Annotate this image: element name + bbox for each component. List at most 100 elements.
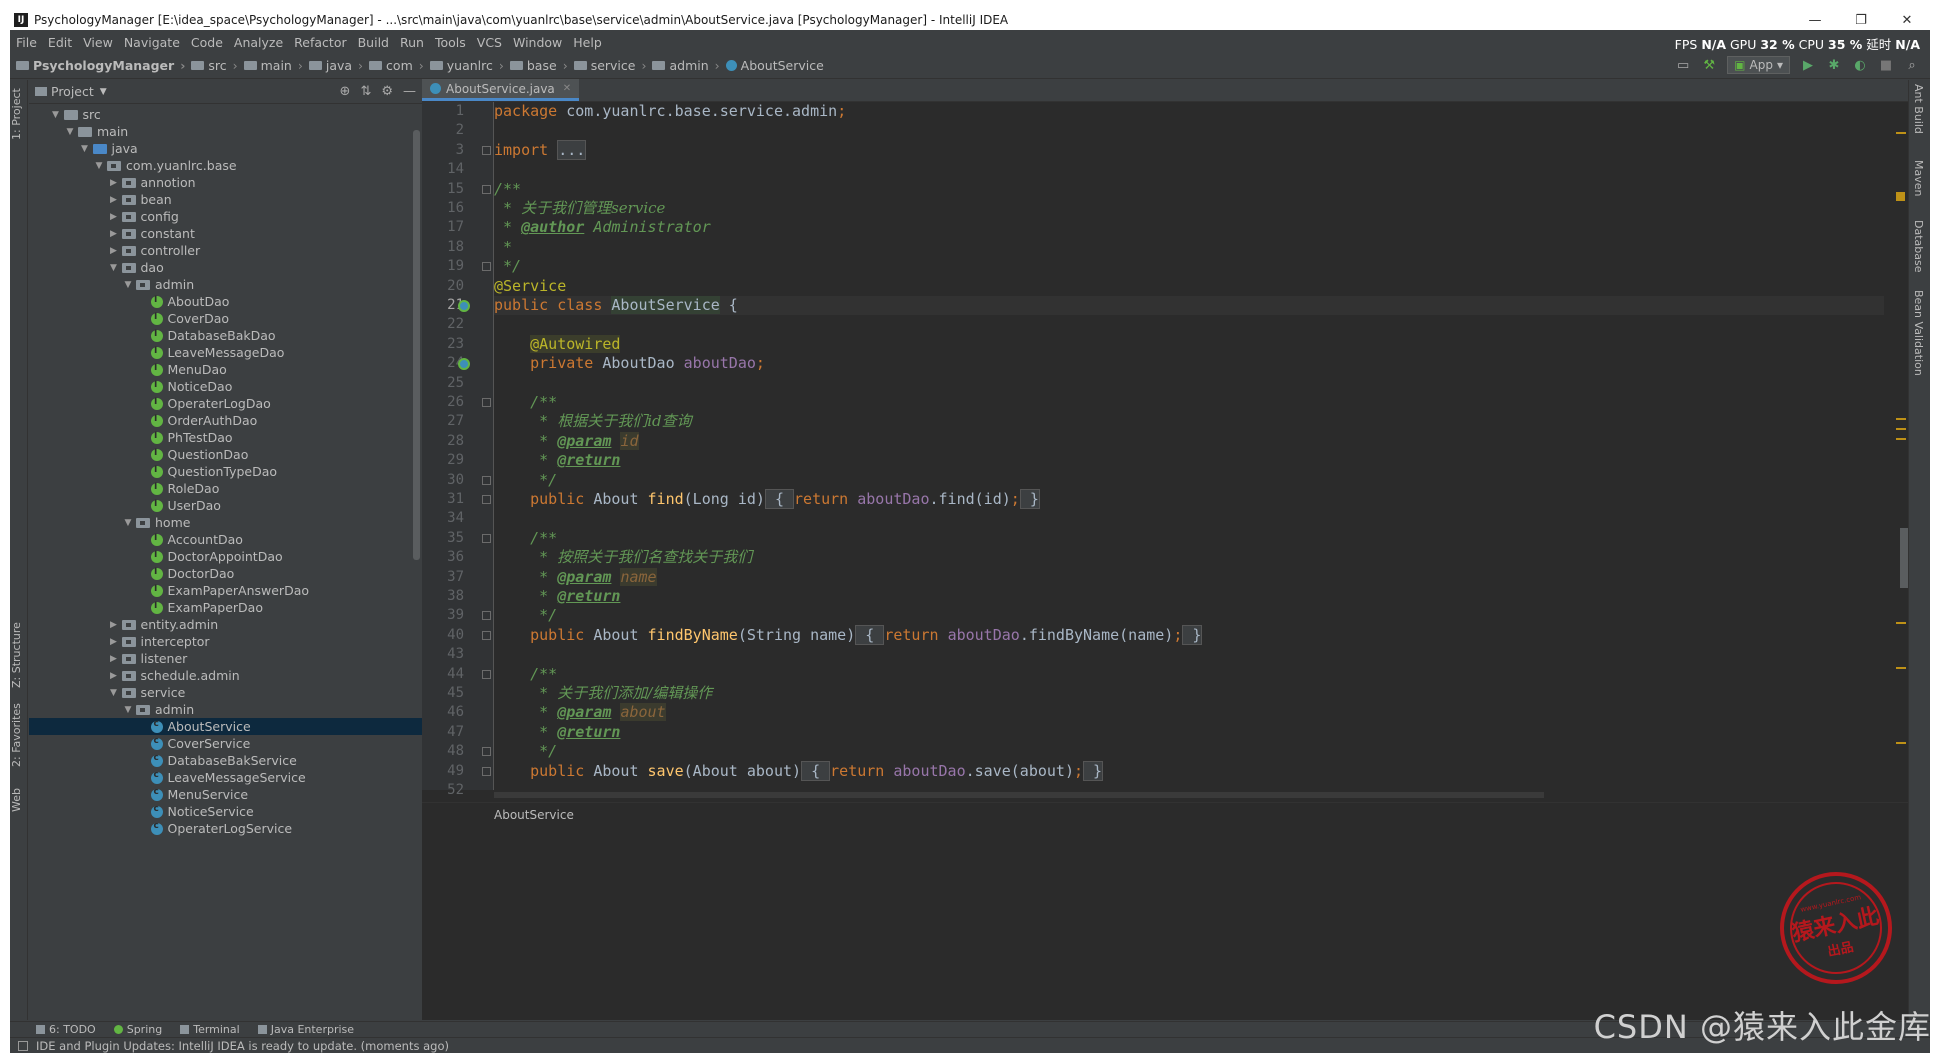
menu-tools[interactable]: Tools — [435, 35, 466, 50]
coverage-icon[interactable]: ◐ — [1852, 57, 1868, 73]
fold-toggle-icon[interactable] — [482, 630, 491, 640]
chevron-down-icon[interactable]: ▼ — [122, 280, 134, 290]
code-line[interactable]: * @return — [494, 723, 1884, 742]
fold-toggle-icon[interactable] — [482, 611, 491, 621]
gear-icon[interactable]: ⚙ — [381, 84, 393, 99]
code-line[interactable]: * 根据关于我们id查询 — [494, 412, 1884, 431]
tree-item[interactable]: NoticeDao — [29, 378, 422, 395]
code-line[interactable]: /** — [494, 393, 1884, 412]
warning-mark[interactable] — [1896, 742, 1906, 744]
tree-item[interactable]: ▼ admin — [29, 701, 422, 718]
code-line[interactable]: * @param about — [494, 703, 1884, 722]
code-line[interactable]: * @return — [494, 451, 1884, 470]
chevron-down-icon[interactable]: ▼ — [108, 263, 120, 273]
fold-toggle-icon[interactable] — [482, 475, 491, 485]
tree-item[interactable]: ▼ main — [29, 123, 422, 140]
tab-bean-validation[interactable]: Bean Validation — [1912, 290, 1925, 380]
fold-toggle-icon[interactable] — [482, 145, 491, 155]
tree-item[interactable]: ▶ entity.admin — [29, 616, 422, 633]
debug-icon[interactable]: ✱ — [1826, 57, 1842, 73]
fold-toggle-icon[interactable] — [482, 669, 491, 679]
code-line[interactable]: * @param id — [494, 431, 1884, 451]
tree-item[interactable]: ▶ schedule.admin — [29, 667, 422, 684]
menu-code[interactable]: Code — [191, 35, 223, 50]
code-line[interactable] — [494, 781, 1884, 790]
crumb-yuanlrc[interactable]: yuanlrc › — [429, 58, 510, 73]
warning-mark[interactable] — [1896, 667, 1906, 669]
tab-database[interactable]: Database — [1912, 220, 1925, 280]
code-area[interactable]: package com.yuanlrc.base.service.admin; i… — [494, 102, 1884, 790]
tree-item[interactable]: ▶ controller — [29, 242, 422, 259]
code-line[interactable]: @Autowired — [494, 334, 1884, 354]
chevron-down-icon[interactable]: ▼ — [100, 87, 107, 97]
fold-toggle-icon[interactable] — [482, 262, 491, 272]
menu-navigate[interactable]: Navigate — [124, 35, 180, 50]
tree-item[interactable]: ▶ constant — [29, 225, 422, 242]
minimize-button[interactable]: — — [1792, 13, 1838, 28]
tree-item[interactable]: QuestionTypeDao — [29, 463, 422, 480]
menu-window[interactable]: Window — [513, 35, 562, 50]
fold-toggle-icon[interactable] — [482, 533, 491, 543]
tab-structure[interactable]: Z: Structure — [10, 620, 28, 690]
code-line[interactable]: @Service — [494, 277, 1884, 296]
chevron-right-icon[interactable]: ▶ — [108, 246, 120, 256]
fold-toggle-icon[interactable] — [482, 398, 491, 407]
chevron-down-icon[interactable]: ▼ — [93, 161, 105, 171]
tree-item[interactable]: ▼ dao — [29, 259, 422, 276]
chevron-right-icon[interactable]: ▶ — [108, 637, 120, 647]
tree-item[interactable]: UserDao — [29, 497, 422, 514]
tree-item[interactable]: ▼ admin — [29, 276, 422, 293]
crumb-admin[interactable]: admin › — [652, 58, 725, 73]
code-line[interactable]: * 关于我们添加/编辑操作 — [494, 684, 1884, 703]
run-config-select[interactable]: ▣ App ▾ — [1727, 56, 1790, 74]
menu-build[interactable]: Build — [358, 35, 389, 50]
stop-icon[interactable]: ■ — [1878, 57, 1894, 73]
code-line[interactable] — [494, 315, 1884, 334]
fold-toggle-icon[interactable] — [482, 495, 491, 504]
search-icon[interactable]: ⌕ — [1904, 57, 1920, 73]
project-structure-icon[interactable]: ▭ — [1675, 57, 1691, 73]
tree-item[interactable]: ▼ home — [29, 514, 422, 531]
tree-item[interactable]: DoctorAppointDao — [29, 548, 422, 565]
collapse-icon[interactable]: ⇅ — [360, 84, 371, 99]
tree-item[interactable]: MenuService — [29, 786, 422, 803]
maximize-button[interactable]: ❐ — [1838, 13, 1884, 28]
tab-aboutservice[interactable]: AboutService.java ✕ — [422, 79, 580, 101]
tool-spring[interactable]: Spring — [113, 1023, 162, 1036]
warning-mark[interactable] — [1896, 132, 1906, 134]
code-line[interactable]: package com.yuanlrc.base.service.admin; — [494, 102, 1884, 121]
tab-ant-build[interactable]: Ant Build — [1912, 84, 1925, 144]
code-line[interactable]: * 按照关于我们名查找关于我们 — [494, 548, 1884, 567]
tree-item[interactable]: ▼ java — [29, 140, 422, 157]
code-line[interactable] — [494, 121, 1884, 140]
crumb-project[interactable]: PsychologyManager › — [16, 58, 191, 73]
tree-item[interactable]: ▶ config — [29, 208, 422, 225]
code-line[interactable]: public About findByName(String name) { r… — [494, 624, 1884, 645]
warning-mark[interactable] — [1896, 418, 1906, 420]
chevron-down-icon[interactable]: ▼ — [122, 705, 134, 715]
code-line[interactable]: */ — [494, 471, 1884, 490]
crumb-src[interactable]: src › — [191, 58, 243, 73]
tree-item[interactable]: CoverDao — [29, 310, 422, 327]
code-line[interactable]: * @return — [494, 587, 1884, 606]
tree-item[interactable]: ▼ src — [29, 106, 422, 123]
spring-bean-icon[interactable] — [458, 300, 470, 312]
tree-item[interactable]: ▶ interceptor — [29, 633, 422, 650]
crumb-aboutservice[interactable]: AboutService — [725, 58, 824, 73]
chevron-down-icon[interactable]: ▼ — [64, 127, 76, 137]
tree-item[interactable]: DoctorDao — [29, 565, 422, 582]
code-line[interactable]: */ — [494, 606, 1884, 625]
run-icon[interactable]: ▶ — [1800, 57, 1816, 73]
code-line[interactable]: /** — [494, 529, 1884, 548]
tree-item[interactable]: OperaterLogDao — [29, 395, 422, 412]
tree-item[interactable]: AboutService — [29, 718, 422, 735]
tree-item[interactable]: AccountDao — [29, 531, 422, 548]
tool-java-enterprise[interactable]: Java Enterprise — [257, 1023, 354, 1036]
locate-icon[interactable]: ⊕ — [340, 84, 351, 99]
code-line[interactable]: /** — [494, 665, 1884, 684]
chevron-down-icon[interactable]: ▼ — [108, 688, 120, 698]
chevron-down-icon[interactable]: ▼ — [79, 144, 91, 154]
tree-item[interactable]: AboutDao — [29, 293, 422, 310]
tree-item[interactable]: ▶ bean — [29, 191, 422, 208]
horizontal-scrollbar[interactable] — [494, 792, 1544, 798]
